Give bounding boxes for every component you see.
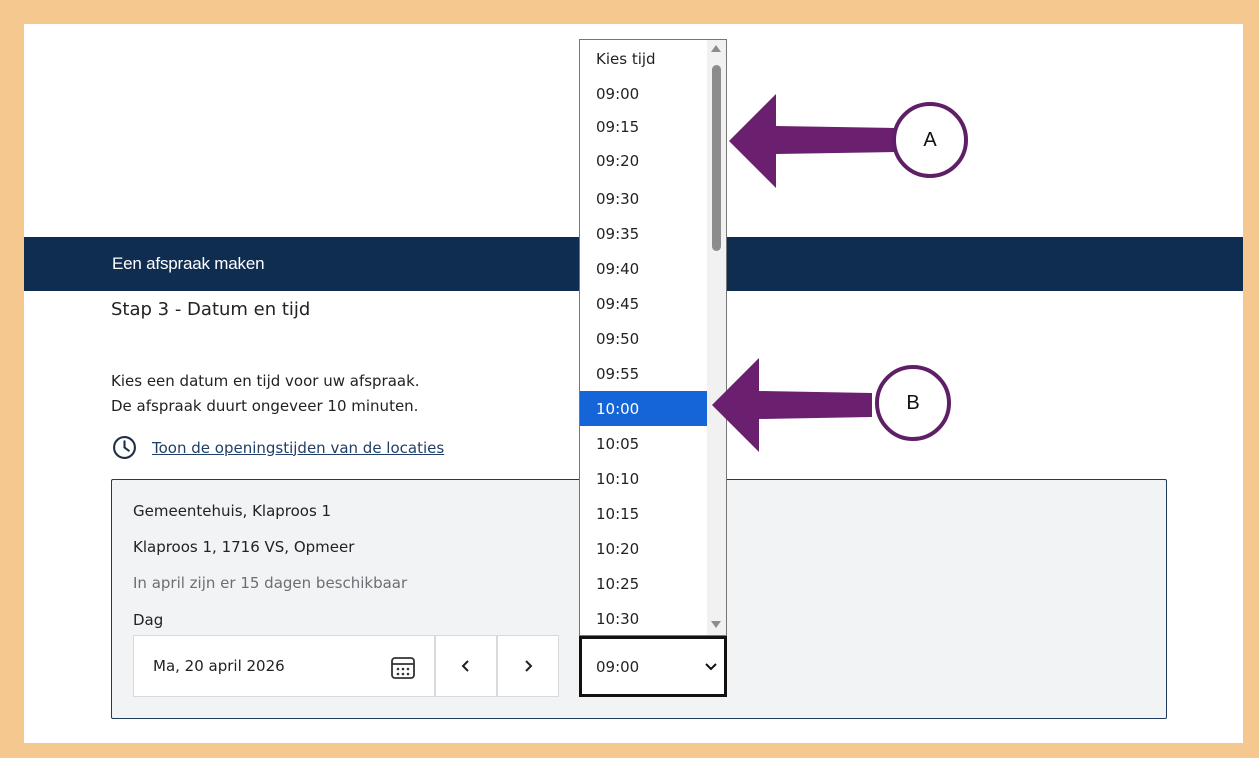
time-option[interactable]: 09:35 xyxy=(580,216,707,251)
dropdown-scrollbar[interactable] xyxy=(707,40,726,635)
banner-title: Een afspraak maken xyxy=(112,254,265,273)
opening-hours-link[interactable]: Toon de openingstijden van de locaties xyxy=(152,439,444,457)
scroll-thumb[interactable] xyxy=(712,65,721,251)
scroll-down-icon[interactable] xyxy=(711,621,721,628)
chevron-down-icon xyxy=(705,663,717,671)
time-option[interactable]: 09:40 xyxy=(580,251,707,286)
date-input[interactable]: Ma, 20 april 2026 xyxy=(133,635,435,697)
location-name: Gemeentehuis, Klaproos 1 xyxy=(133,502,332,520)
time-option[interactable]: 09:15 xyxy=(580,109,707,144)
time-option[interactable]: 09:50 xyxy=(580,321,707,356)
date-value: Ma, 20 april 2026 xyxy=(153,657,285,675)
previous-day-button[interactable] xyxy=(435,635,497,697)
step-title: Stap 3 - Datum en tijd xyxy=(111,299,311,320)
time-option[interactable]: 09:20 xyxy=(580,143,707,178)
time-option[interactable]: 09:30 xyxy=(580,181,707,216)
time-option[interactable]: Kies tijd xyxy=(580,41,707,76)
arrow-b-icon xyxy=(712,358,872,452)
clock-icon xyxy=(113,436,136,459)
time-option[interactable]: 09:45 xyxy=(580,286,707,321)
time-dropdown-list[interactable]: Kies tijd 09:00 09:15 09:20 09:30 09:35 09:40 0… xyxy=(579,39,727,636)
time-option[interactable]: 10:10 xyxy=(580,461,707,496)
time-option[interactable]: 10:25 xyxy=(580,566,707,601)
intro-line-1: Kies een datum en tijd voor uw afspraak. xyxy=(111,372,420,390)
time-option[interactable]: 09:55 xyxy=(580,356,707,391)
arrow-a-icon xyxy=(729,94,894,188)
calendar-icon[interactable] xyxy=(390,654,416,680)
time-select-value: 09:00 xyxy=(596,657,640,676)
day-label: Dag xyxy=(133,611,164,629)
time-option[interactable]: 09:00 xyxy=(580,76,707,111)
time-option[interactable]: 10:20 xyxy=(580,531,707,566)
time-option[interactable]: 10:15 xyxy=(580,496,707,531)
page-frame: Een afspraak maken Stap 3 - Datum en tij… xyxy=(24,24,1243,743)
scroll-up-icon[interactable] xyxy=(711,45,721,52)
time-option[interactable]: 10:05 xyxy=(580,426,707,461)
intro-line-2: De afspraak duurt ongeveer 10 minuten. xyxy=(111,397,419,415)
availability-text: In april zijn er 15 dagen beschikbaar xyxy=(133,574,408,592)
chevron-left-icon xyxy=(461,660,469,672)
time-select[interactable]: 09:00 xyxy=(579,636,727,697)
location-address: Klaproos 1, 1716 VS, Opmeer xyxy=(133,538,355,556)
time-option[interactable]: 10:30 xyxy=(580,601,707,635)
next-day-button[interactable] xyxy=(497,635,559,697)
callout-b: B xyxy=(875,365,951,441)
callout-a: A xyxy=(892,102,968,178)
opening-hours-link-row[interactable]: Toon de openingstijden van de locaties xyxy=(112,435,444,460)
intro-text: Kies een datum en tijd voor uw afspraak.… xyxy=(111,369,420,419)
time-option[interactable]: 10:00 xyxy=(580,391,707,426)
chevron-right-icon xyxy=(525,660,533,672)
